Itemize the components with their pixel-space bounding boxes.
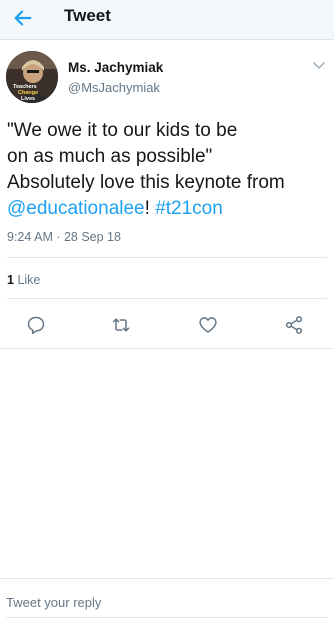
share-icon	[285, 316, 303, 334]
avatar-caption-3: Lives	[21, 96, 35, 102]
heart-icon	[199, 317, 217, 333]
chevron-down-icon	[313, 62, 325, 69]
tweet-text-line: on as much as possible"	[7, 146, 213, 167]
tweet-actions	[0, 308, 334, 342]
back-button[interactable]	[6, 3, 40, 33]
likes-label: Like	[17, 273, 41, 287]
author-name[interactable]: Ms. Jachymiak	[68, 60, 163, 75]
reply-button[interactable]	[19, 308, 53, 342]
reply-input[interactable]	[6, 591, 328, 613]
reply-input-underline	[6, 617, 328, 618]
retweet-icon	[112, 318, 130, 332]
retweet-button[interactable]	[104, 308, 138, 342]
mention-link[interactable]: @educationalee	[7, 198, 145, 219]
tweet-timestamp[interactable]: 9:24 AM · 28 Sep 18	[7, 230, 121, 244]
likes-count[interactable]: 1 Like	[7, 273, 40, 287]
share-button[interactable]	[277, 308, 311, 342]
top-bar: Tweet	[0, 0, 334, 40]
likes-number: 1	[7, 273, 14, 287]
hashtag-link[interactable]: #t21con	[155, 198, 223, 219]
divider	[0, 348, 334, 349]
tweet-text-line: Absolutely love this keynote from	[7, 172, 285, 193]
like-button[interactable]	[191, 308, 225, 342]
page-title: Tweet	[64, 6, 111, 25]
reply-bar	[0, 578, 334, 625]
avatar[interactable]: Teachers Change Lives	[6, 51, 58, 103]
tweet-text: "We owe it to our kids to be on as much …	[7, 118, 329, 222]
reply-icon	[27, 316, 45, 335]
tweet-menu-button[interactable]	[310, 58, 328, 74]
divider	[7, 257, 327, 258]
author-handle[interactable]: @MsJachymiak	[68, 80, 160, 95]
tweet-text-line: @educationalee! #t21con	[7, 196, 329, 222]
divider	[7, 298, 327, 299]
avatar-image: Teachers Change Lives	[6, 51, 58, 103]
arrow-left-icon	[14, 10, 32, 26]
tweet-text-line: "We owe it to our kids to be	[7, 120, 238, 141]
